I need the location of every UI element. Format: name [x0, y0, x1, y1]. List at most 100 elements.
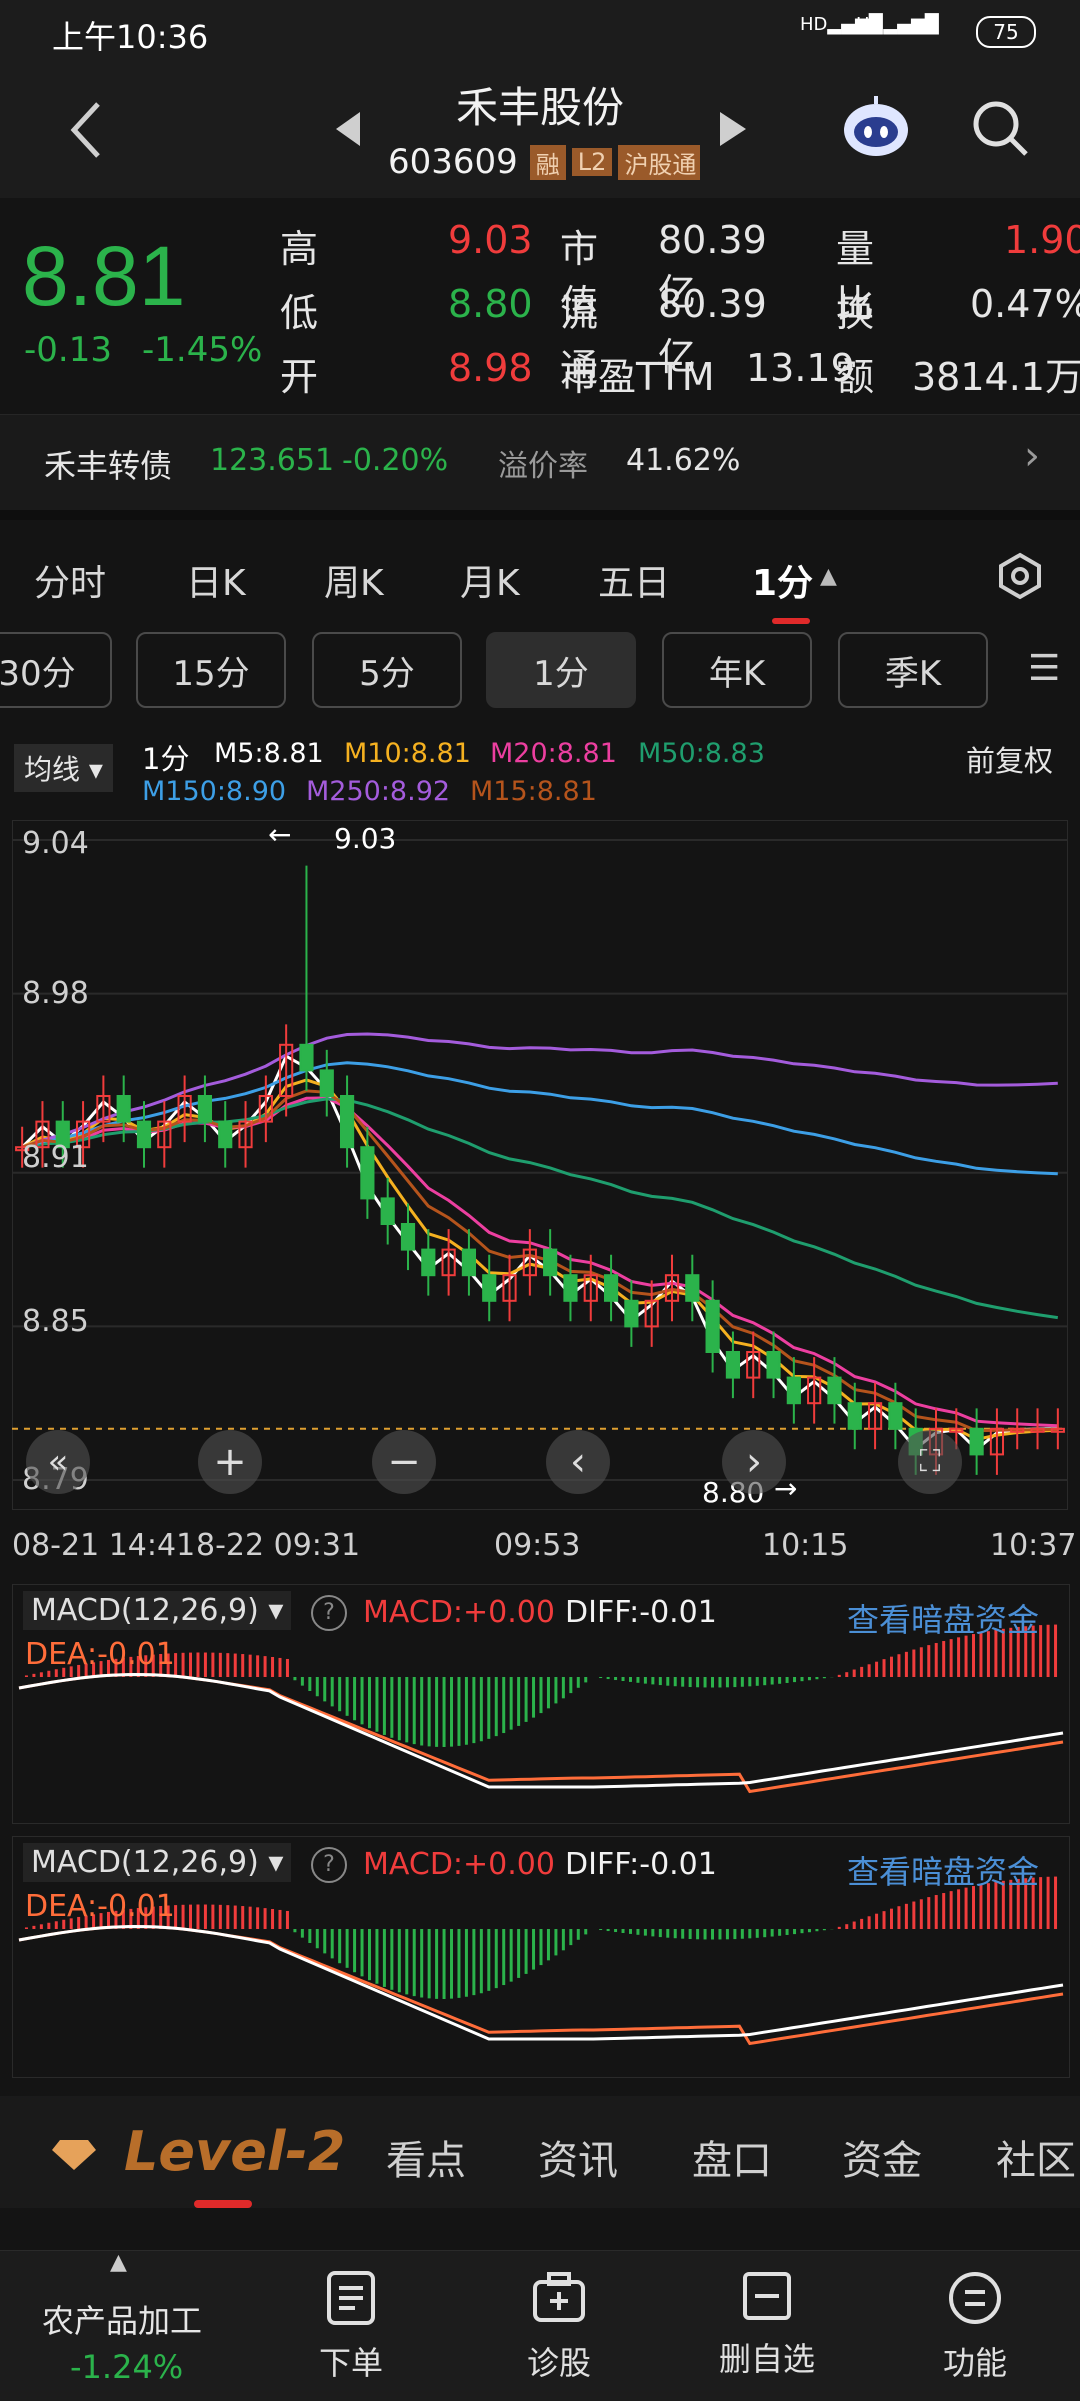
- tab-active-indicator: [772, 618, 810, 624]
- prev-stock-icon[interactable]: [336, 112, 362, 150]
- indicator-selector[interactable]: MACD(12,26,9) ▾: [23, 1591, 292, 1630]
- period-quarterly-k[interactable]: 季K: [838, 632, 988, 708]
- indicator-selector[interactable]: MACD(12,26,9) ▾: [23, 1843, 292, 1882]
- quote-panel: 8.81 -0.13 -1.45% 高 9.03 市值 80.39亿 量比 1.…: [0, 198, 1080, 414]
- sector-button[interactable]: ▲ 农产品加工 -1.24%: [0, 2250, 250, 2400]
- candle: [339, 1095, 355, 1149]
- candle: [218, 1120, 233, 1149]
- stock-diagnosis-button[interactable]: 诊股: [484, 2270, 634, 2384]
- tab-news[interactable]: 资讯: [538, 2128, 618, 2186]
- place-order-button[interactable]: 下单: [276, 2270, 426, 2384]
- tab-highlights[interactable]: 看点: [386, 2128, 466, 2186]
- back-icon[interactable]: [56, 98, 116, 162]
- tab-weekly-k[interactable]: 周K: [324, 554, 384, 606]
- tab-1min[interactable]: 1分: [752, 554, 813, 606]
- candle: [603, 1274, 619, 1302]
- macd-panel-2[interactable]: MACD(12,26,9) ▾ ? MACD:+0.00 DIFF:-0.01 …: [12, 1836, 1070, 2078]
- y-tick-label: 8.91: [22, 1140, 89, 1175]
- bond-change: -0.20%: [342, 443, 449, 478]
- robot-assistant-icon[interactable]: [840, 90, 912, 162]
- tab-capital[interactable]: 资金: [842, 2128, 922, 2186]
- chevron-right-icon: ›: [1024, 433, 1040, 479]
- legend-period: 1分: [142, 742, 190, 776]
- macd-value: MACD:+0.00: [363, 1595, 555, 1630]
- search-icon[interactable]: [970, 98, 1030, 162]
- scroll-left-icon[interactable]: ‹: [546, 1430, 610, 1494]
- candle: [116, 1095, 131, 1123]
- period-1min[interactable]: 1分: [486, 632, 636, 708]
- legend-ma15: M15:8.81: [470, 776, 597, 807]
- period-yearly-k[interactable]: 年K: [662, 632, 812, 708]
- minus-box-icon: [743, 2272, 791, 2320]
- tab-monthly-k[interactable]: 月K: [460, 554, 520, 606]
- candle: [482, 1274, 497, 1302]
- tab-intraday[interactable]: 分时: [34, 554, 106, 606]
- menu-icon[interactable]: ☰: [1028, 648, 1060, 689]
- candle: [380, 1197, 395, 1225]
- candle: [786, 1376, 801, 1405]
- y-tick-label: 9.04: [22, 826, 89, 861]
- fullscreen-icon[interactable]: ⛶: [898, 1430, 962, 1494]
- remove-watchlist-button[interactable]: 删自选: [692, 2270, 842, 2380]
- candle: [461, 1248, 477, 1277]
- function-menu-icon: [949, 2272, 1001, 2324]
- bond-price: 123.651: [210, 443, 335, 478]
- tab-five-day[interactable]: 五日: [598, 554, 670, 606]
- candle: [360, 1146, 375, 1200]
- help-icon[interactable]: ?: [311, 1595, 347, 1631]
- function-menu-button[interactable]: 功能: [900, 2270, 1050, 2384]
- candle: [624, 1299, 639, 1328]
- header-bar: 禾丰股份 603609 融 L2 沪股通: [0, 62, 1080, 198]
- status-bar: 上午10:36 HD▂▄▆█ HD▂▄▆█ ◠ 75: [0, 0, 1080, 62]
- macd-panel-1[interactable]: MACD(12,26,9) ▾ ? MACD:+0.00 DIFF:-0.01 …: [12, 1584, 1070, 1824]
- stock-name: 禾丰股份: [455, 83, 624, 132]
- high-mark-arrow: ←: [268, 818, 292, 851]
- x-tick-label: 10:37: [990, 1528, 1077, 1563]
- badge-level2: L2: [571, 148, 613, 176]
- period-15min[interactable]: 15分: [136, 632, 286, 708]
- legend-ma50: M50:8.83: [638, 738, 765, 769]
- ma-selector[interactable]: 均线 ▾: [14, 744, 113, 792]
- legend-ma250: M250:8.92: [306, 776, 451, 807]
- scroll-start-icon[interactable]: «: [26, 1430, 90, 1494]
- tab-active-indicator: [194, 2200, 252, 2208]
- price-adjust-mode[interactable]: 前复权: [966, 738, 1053, 780]
- candle: [847, 1402, 862, 1430]
- dark-pool-link[interactable]: 查看暗盘资金: [847, 1847, 1039, 1893]
- price-change: -0.13: [24, 330, 112, 370]
- dea-value: DEA:-0.01: [25, 1637, 175, 1672]
- candle: [563, 1274, 578, 1302]
- candle: [299, 1043, 314, 1072]
- next-stock-icon[interactable]: [720, 112, 746, 150]
- x-tick-label: 8-22 09:31: [196, 1528, 361, 1563]
- diff-value: DIFF:-0.01: [565, 1847, 717, 1882]
- stock-code-row: 603609 融 L2 沪股通: [388, 142, 701, 182]
- dark-pool-link[interactable]: 查看暗盘资金: [847, 1595, 1039, 1641]
- period-5min[interactable]: 5分: [312, 632, 462, 708]
- candle: [827, 1376, 842, 1405]
- tab-community[interactable]: 社区: [996, 2128, 1080, 2186]
- zoom-out-icon[interactable]: −: [372, 1430, 436, 1494]
- candle: [969, 1427, 984, 1456]
- caret-up-icon: ▲: [110, 2250, 127, 2275]
- status-time: 上午10:36: [52, 18, 209, 56]
- help-icon[interactable]: ?: [311, 1847, 347, 1883]
- bond-name: 禾丰转债: [44, 447, 173, 485]
- diagnosis-kit-icon: [533, 2272, 585, 2322]
- premium-label: 溢价率: [498, 449, 588, 484]
- x-tick-label: 08-21 14:41: [12, 1528, 196, 1563]
- macd-value: MACD:+0.00: [363, 1847, 555, 1882]
- tab-level2[interactable]: Level-2: [124, 2120, 345, 2183]
- legend-ma5: M5:8.81: [214, 738, 324, 769]
- ma-line: [21, 1089, 1058, 1433]
- convertible-bond-row[interactable]: 禾丰转债 123.651 -0.20% 溢价率 41.62% ›: [0, 414, 1080, 511]
- period-30min[interactable]: 30分: [0, 632, 112, 708]
- zoom-in-icon[interactable]: +: [198, 1430, 262, 1494]
- kline-chart[interactable]: [12, 820, 1068, 1510]
- settings-hex-icon[interactable]: [996, 552, 1044, 604]
- caret-up-icon: ▲: [820, 564, 837, 589]
- tab-order-book[interactable]: 盘口: [692, 2128, 772, 2186]
- scroll-right-icon[interactable]: ›: [722, 1430, 786, 1494]
- tab-daily-k[interactable]: 日K: [186, 554, 246, 606]
- candle: [136, 1120, 152, 1149]
